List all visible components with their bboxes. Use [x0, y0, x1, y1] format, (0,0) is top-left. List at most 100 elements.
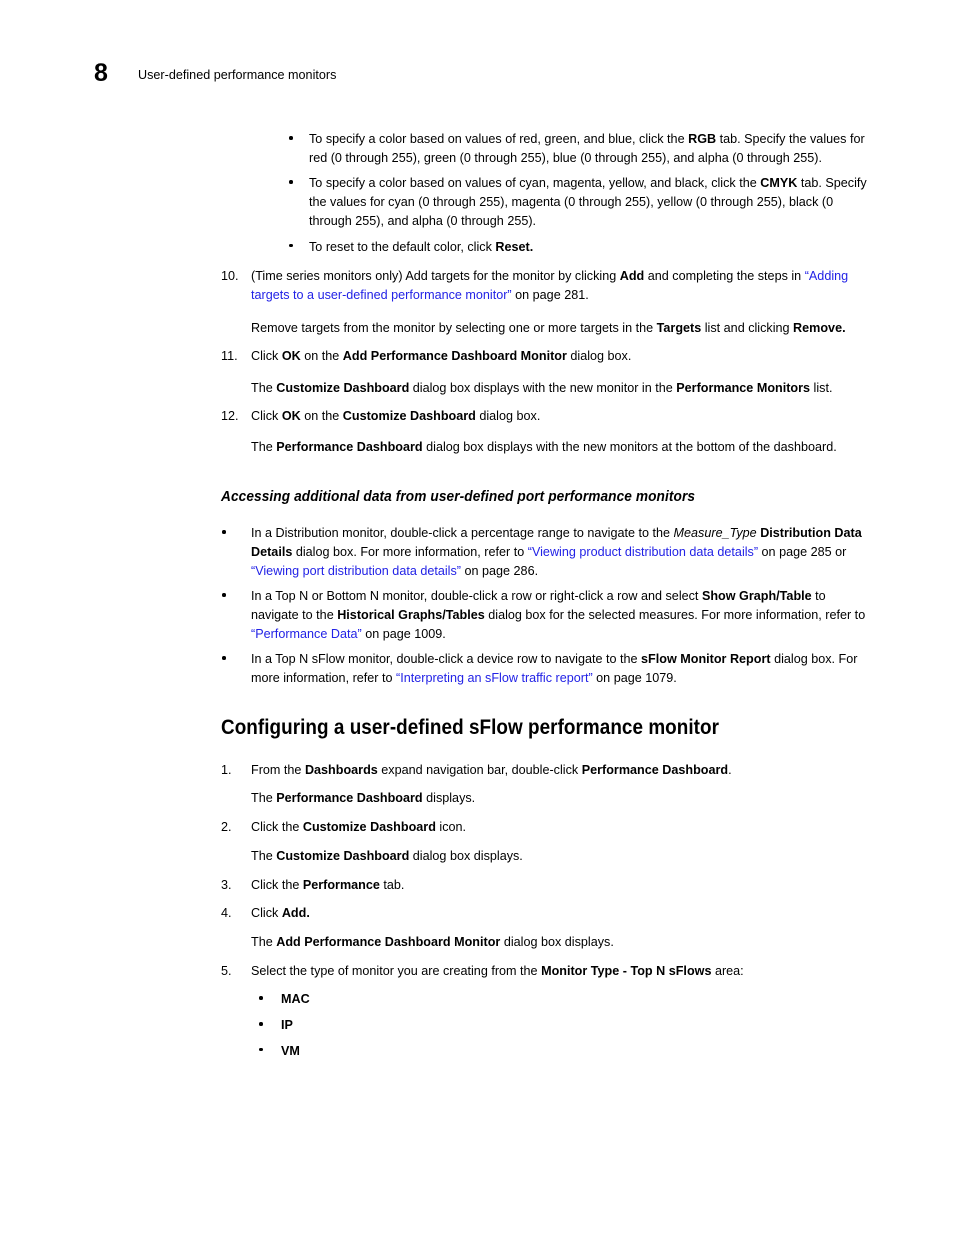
- text-run: dialog box displays with the new monitor…: [422, 440, 837, 455]
- document-page: 8 User-defined performance monitors To s…: [0, 0, 954, 1235]
- bullet-icon: [288, 174, 309, 193]
- numbered-step: 1. From the Dashboards expand navigation…: [221, 761, 867, 780]
- step-number: 2.: [221, 820, 232, 835]
- text-run: list.: [810, 381, 833, 396]
- step-number: 1.: [221, 762, 232, 777]
- text-run: Click: [251, 349, 282, 364]
- step-number: 5.: [221, 963, 232, 978]
- text-run: Click: [251, 408, 282, 423]
- bold-term: Monitor Type - Top N sFlows: [541, 963, 712, 978]
- step-continuation: The Customize Dashboard dialog box displ…: [251, 847, 867, 866]
- list-item: In a Top N or Bottom N monitor, double-c…: [221, 587, 867, 643]
- bold-term: Reset.: [495, 239, 534, 254]
- monitor-type-option-ip: IP: [281, 1018, 293, 1033]
- bullet-icon: [258, 1042, 281, 1061]
- numbered-step: 3. Click the Performance tab.: [221, 876, 867, 895]
- text-run: dialog box displays.: [500, 934, 614, 949]
- text-run: The: [251, 934, 277, 949]
- step-text: Click the Performance tab.: [251, 876, 867, 895]
- text-run: list and clicking: [701, 320, 794, 335]
- text-run: and completing the steps in: [644, 269, 805, 284]
- cross-reference-link[interactable]: “Performance Data”: [251, 627, 362, 641]
- text-run: The: [251, 791, 277, 806]
- bold-term: Historical Graphs/Tables: [337, 607, 485, 622]
- bold-term: Show Graph/Table: [701, 589, 812, 604]
- text-run: on page 286.: [460, 563, 539, 578]
- list-item-text: To specify a color based on values of cy…: [309, 174, 867, 230]
- step-number: 12.: [221, 408, 239, 423]
- list-item: MAC: [258, 990, 867, 1009]
- chapter-number: 8: [94, 59, 108, 87]
- numbered-step: 2. Click the Customize Dashboard icon.: [221, 818, 867, 837]
- text-run: Click the: [251, 820, 303, 835]
- text-run: To reset to the default color, click: [309, 239, 496, 254]
- bold-term: Customize Dashboard: [342, 408, 476, 423]
- text-run: dialog box displays.: [409, 848, 523, 863]
- bold-term: Add Performance Dashboard Monitor: [276, 934, 501, 949]
- numbered-step: 12. Click OK on the Customize Dashboard …: [221, 407, 867, 426]
- text-run: In a Top N or Bottom N monitor, double-c…: [251, 589, 702, 604]
- main-heading: Configuring a user-defined sFlow perform…: [221, 715, 719, 739]
- step-text: Click Add.: [251, 904, 867, 923]
- accessing-data-bullet-list: In a Distribution monitor, double-click …: [221, 524, 867, 688]
- list-item-text: In a Top N sFlow monitor, double-click a…: [251, 650, 867, 687]
- text-run: dialog box. For more information, refer …: [292, 544, 528, 559]
- document-body: To specify a color based on values of re…: [221, 130, 867, 1061]
- step-number: 10.: [221, 269, 239, 284]
- text-run: on page 281.: [511, 287, 589, 302]
- text-run: on the: [300, 408, 343, 423]
- step-text: Click the Customize Dashboard icon.: [251, 818, 867, 837]
- text-run: Click the: [251, 877, 303, 892]
- cross-reference-link[interactable]: “Viewing product distribution data detai…: [528, 545, 758, 559]
- monitor-type-option-list: MAC IP VM: [258, 990, 867, 1060]
- text-run: The: [251, 381, 277, 396]
- text-run: displays.: [422, 791, 476, 806]
- text-run: dialog box displays with the new monitor…: [409, 381, 677, 396]
- bold-term: Remove.: [793, 320, 846, 335]
- text-run: icon.: [435, 820, 467, 835]
- step-number: 4.: [221, 906, 232, 921]
- bullet-icon: [221, 650, 251, 669]
- list-item-text: In a Top N or Bottom N monitor, double-c…: [251, 587, 867, 643]
- italic-term: Measure_Type: [673, 526, 757, 541]
- step-text: (Time series monitors only) Add targets …: [251, 267, 867, 304]
- text-run: dialog box.: [566, 349, 632, 364]
- cross-reference-link[interactable]: “Viewing port distribution data details”: [251, 564, 461, 578]
- bold-term: Performance: [302, 877, 380, 892]
- color-option-bullet-list: To specify a color based on values of re…: [288, 130, 867, 256]
- bold-term: Performance Dashboard: [276, 791, 423, 806]
- text-run: on page 285 or: [758, 544, 847, 559]
- list-item: IP: [258, 1016, 867, 1035]
- step-text: Click OK on the Add Performance Dashboar…: [251, 347, 867, 366]
- text-run: Click: [251, 906, 282, 921]
- bold-term: Dashboards: [304, 762, 378, 777]
- text-run: In a Top N sFlow monitor, double-click a…: [251, 652, 642, 667]
- numbered-step: 11. Click OK on the Add Performance Dash…: [221, 347, 867, 366]
- text-run: Select the type of monitor you are creat…: [251, 963, 542, 978]
- list-item-text: To reset to the default color, click Res…: [309, 238, 867, 257]
- text-run: on the: [300, 349, 343, 364]
- bold-term: Customize Dashboard: [276, 381, 410, 396]
- step-number: 11.: [221, 349, 238, 364]
- step-text: Select the type of monitor you are creat…: [251, 962, 867, 981]
- step-text: Click OK on the Customize Dashboard dial…: [251, 407, 867, 426]
- text-run: dialog box.: [475, 408, 541, 423]
- bold-term: Performance Monitors: [676, 381, 811, 396]
- numbered-step: 10. (Time series monitors only) Add targ…: [221, 267, 867, 304]
- page-title: User-defined performance monitors: [138, 68, 337, 82]
- bold-term: CMYK: [760, 176, 798, 191]
- bold-term: Add.: [281, 906, 310, 921]
- bold-term: Add Performance Dashboard Monitor: [342, 349, 567, 364]
- list-item: In a Distribution monitor, double-click …: [221, 524, 867, 580]
- numbered-step: 4. Click Add.: [221, 904, 867, 923]
- text-run: From the: [251, 762, 305, 777]
- text-run: .: [728, 762, 732, 777]
- step-continuation: The Add Performance Dashboard Monitor di…: [251, 933, 867, 952]
- cross-reference-link[interactable]: “Interpreting an sFlow traffic report”: [396, 671, 593, 685]
- bold-term: Customize Dashboard: [302, 820, 436, 835]
- step-continuation: Remove targets from the monitor by selec…: [251, 319, 867, 338]
- bullet-icon: [258, 990, 281, 1009]
- text-run: In a Distribution monitor, double-click …: [251, 526, 674, 541]
- text-run: Remove targets from the monitor by selec…: [251, 320, 657, 335]
- step-continuation: The Performance Dashboard dialog box dis…: [251, 438, 867, 457]
